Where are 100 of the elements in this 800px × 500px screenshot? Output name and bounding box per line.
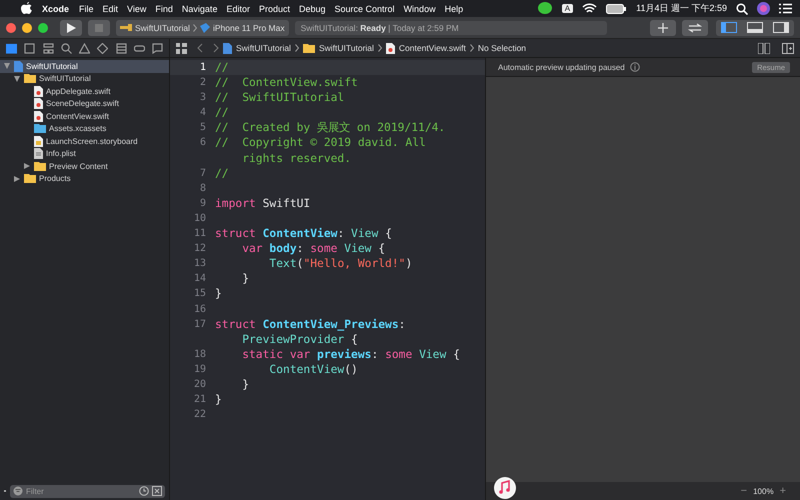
line-number: 7 — [198, 166, 207, 181]
related-items-grid-icon[interactable] — [176, 42, 187, 54]
report-navigator-tab[interactable] — [150, 40, 165, 56]
file-tree-item[interactable]: Assets.xcassets — [0, 122, 169, 135]
jump-bar-crumb[interactable]: SwiftUITutorial — [318, 43, 374, 53]
line-number: 3 — [198, 91, 207, 106]
swap-arrows-button[interactable] — [682, 20, 708, 36]
folder-icon — [24, 174, 36, 184]
swift-file-icon — [34, 98, 43, 110]
menu-item[interactable]: View — [127, 4, 146, 14]
file-tree-item[interactable]: ContentView.swift — [0, 110, 169, 122]
clock-icon[interactable] — [139, 486, 149, 496]
code-line: } — [215, 392, 222, 408]
input-source-indicator[interactable]: A — [562, 4, 574, 13]
line-number: 12 — [192, 242, 207, 256]
wifi-icon[interactable] — [582, 3, 598, 14]
swift-file-icon — [386, 42, 395, 54]
menu-item[interactable]: File — [79, 4, 94, 14]
file-tree-item[interactable]: SceneDelegate.swift — [0, 98, 169, 110]
code-line: // Created by 吳展文 on 2019/11/4. — [215, 120, 446, 136]
menu-item[interactable]: Edit — [102, 4, 118, 14]
plist-file-icon — [34, 148, 43, 160]
minimize-button[interactable] — [22, 22, 32, 32]
zoom-out-button[interactable]: − — [734, 485, 754, 497]
folder-icon — [302, 44, 315, 52]
file-tree-item[interactable]: Preview Content — [0, 160, 169, 172]
code-line: } — [215, 286, 222, 302]
file-tree-item[interactable]: LaunchScreen.storyboard — [0, 135, 169, 148]
line-number: 14 — [192, 272, 207, 286]
menu-item[interactable]: Find — [155, 4, 173, 14]
find-navigator-tab[interactable] — [58, 40, 74, 56]
activity-status-field: SwiftUITutorial: Ready | Today at 2:59 PM — [294, 20, 607, 34]
swift-file-icon — [34, 110, 43, 122]
run-button[interactable] — [60, 20, 82, 36]
zoom-level: 100% — [753, 486, 774, 496]
scheme-selector[interactable]: SwiftUITutorial iPhone 11 Pro Max — [116, 20, 289, 36]
menu-item[interactable]: Help — [444, 4, 464, 14]
hammer-icon — [120, 23, 132, 32]
close-button[interactable] — [6, 22, 16, 32]
library-add-button[interactable] — [650, 20, 676, 36]
menu-item[interactable]: Product — [258, 4, 290, 14]
issue-navigator-tab[interactable] — [77, 40, 92, 56]
jump-bar-crumb[interactable]: No Selection — [478, 43, 526, 53]
test-navigator-tab[interactable] — [95, 40, 110, 56]
menu-item[interactable]: Navigate — [182, 4, 218, 14]
folder-icon — [34, 124, 46, 134]
adjust-editor-options-icon[interactable] — [758, 42, 770, 54]
jump-bar-crumb[interactable]: SwiftUITutorial — [236, 43, 291, 53]
plus-icon — [658, 22, 668, 32]
line-number: 15 — [192, 287, 207, 302]
swap-arrows-icon — [688, 22, 702, 32]
menu-item[interactable]: Editor — [226, 4, 250, 14]
line-number: 10 — [192, 212, 207, 226]
symbol-navigator-tab[interactable] — [40, 40, 56, 56]
line-number: 17 — [192, 318, 207, 332]
file-tree-item[interactable]: AppDelegate.swift — [0, 85, 169, 98]
jump-bar-crumb[interactable]: ContentView.swift — [398, 43, 466, 53]
menu-clock[interactable]: 11月4日 週一 下午2:59 — [636, 2, 727, 15]
code-line: // — [215, 60, 229, 76]
stop-button[interactable] — [88, 20, 110, 36]
line-number: 6 — [198, 136, 207, 150]
music-note-icon[interactable] — [494, 477, 516, 499]
list-icon[interactable] — [779, 3, 792, 14]
search-icon[interactable] — [736, 2, 748, 14]
info-icon[interactable] — [630, 62, 640, 72]
app-menu[interactable]: Xcode — [42, 4, 70, 14]
add-editor-icon[interactable] — [782, 42, 794, 54]
line-number: 20 — [192, 378, 207, 392]
file-tree-item[interactable]: Info.plist — [0, 148, 169, 160]
menu-item[interactable]: Window — [404, 4, 436, 14]
file-tree-item[interactable]: SwiftUITutorial — [0, 60, 169, 72]
code-line: } — [241, 271, 250, 286]
source-control-navigator-tab[interactable] — [22, 40, 38, 56]
menu-item[interactable]: Source Control — [334, 4, 395, 14]
project-file-icon — [14, 60, 23, 72]
filter-icon — [13, 486, 23, 496]
zoom-in-button[interactable]: + — [774, 485, 792, 497]
file-tree-item[interactable]: SwiftUITutorial — [0, 72, 169, 85]
code-line: struct ContentView: View { — [215, 226, 392, 242]
line-number: 11 — [192, 227, 207, 242]
code-line: Text("Hello, World!") — [268, 256, 412, 272]
filter-field[interactable]: Filter — [10, 484, 165, 498]
line-number: 18 — [192, 348, 207, 362]
code-line: // SwiftUITutorial — [215, 90, 344, 106]
chevron-right-icon — [470, 44, 474, 52]
storyboard-file-icon — [34, 136, 43, 147]
code-line: // Copyright © 2019 david. All — [215, 135, 426, 151]
code-line: ContentView() — [268, 362, 358, 377]
menu-item[interactable]: Debug — [299, 4, 326, 14]
siri-icon[interactable] — [757, 2, 770, 15]
preview-status-message: Automatic preview updating paused — [498, 62, 625, 72]
debug-navigator-tab[interactable] — [114, 40, 128, 56]
zoom-button[interactable] — [38, 22, 48, 32]
code-line: // — [215, 166, 229, 181]
filter-input[interactable]: Filter — [26, 486, 136, 496]
battery-icon[interactable] — [606, 4, 626, 14]
file-tree-item[interactable]: Products — [0, 172, 169, 185]
square-icon[interactable] — [152, 486, 162, 496]
apple-logo-icon[interactable] — [21, 2, 32, 15]
swift-file-icon — [34, 86, 43, 97]
